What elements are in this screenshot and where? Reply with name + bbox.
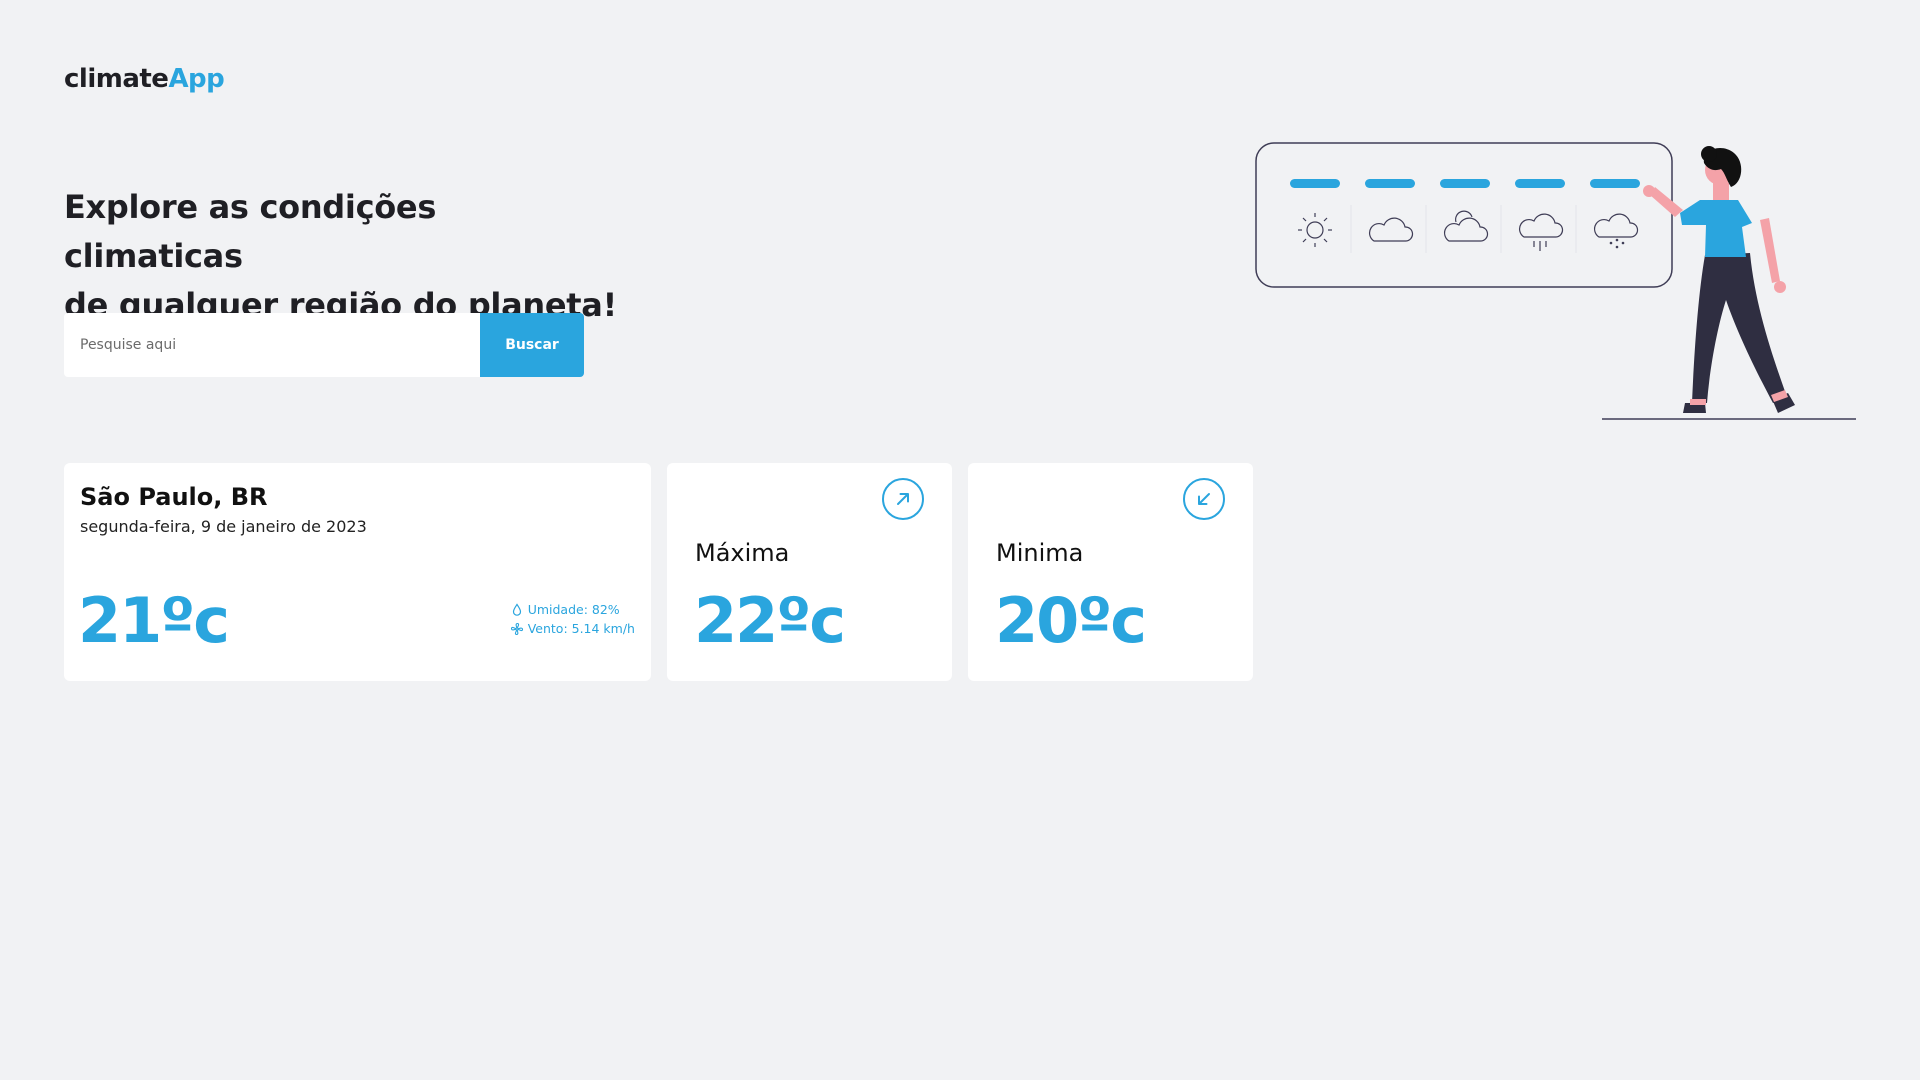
sun-icon: [1298, 213, 1332, 247]
search-button[interactable]: Buscar: [480, 313, 584, 377]
min-temperature-card: Minima 20ºc: [968, 463, 1253, 681]
search-input[interactable]: [64, 313, 480, 377]
cloud-icon: [1368, 217, 1414, 242]
snow-cloud-icon: [1593, 213, 1639, 238]
headline-line-1: Explore as condições climaticas: [64, 188, 437, 275]
search-bar: Buscar: [64, 313, 584, 377]
max-label: Máxima: [695, 539, 790, 567]
wind-row: Vento: 5.14 km/h: [510, 619, 635, 638]
humidity-text: Umidade: 82%: [527, 602, 620, 617]
city-name: São Paulo, BR: [80, 483, 268, 511]
logo-text-accent: App: [168, 64, 225, 94]
rain-cloud-icon: [1518, 213, 1564, 251]
humidity-row: Umidade: 82%: [510, 600, 635, 619]
fan-icon: [510, 622, 523, 635]
person-figure: [1643, 146, 1795, 413]
app-logo: climateApp: [64, 64, 225, 94]
max-temperature: 22ºc: [694, 584, 846, 657]
min-temperature: 20ºc: [995, 584, 1147, 657]
wind-text: Vento: 5.14 km/h: [527, 621, 635, 636]
weather-illustration: [1255, 142, 1856, 420]
page-headline: Explore as condições climaticas de qualq…: [64, 183, 624, 330]
snow-dots: [1609, 238, 1625, 249]
max-temperature-card: Máxima 22ºc: [667, 463, 952, 681]
droplet-icon: [512, 602, 521, 616]
logo-text-primary: climate: [64, 64, 169, 94]
arrow-down-left-icon: [1183, 478, 1225, 520]
arrow-up-right-icon: [882, 478, 924, 520]
weather-details: Umidade: 82% Vento: 5.14 km/h: [510, 600, 635, 638]
partly-cloudy-icon: [1443, 210, 1489, 242]
min-label: Minima: [996, 539, 1084, 567]
current-temperature: 21ºc: [78, 584, 230, 657]
current-weather-card: São Paulo, BR segunda-feira, 9 de janeir…: [64, 463, 651, 681]
current-date: segunda-feira, 9 de janeiro de 2023: [80, 517, 367, 536]
